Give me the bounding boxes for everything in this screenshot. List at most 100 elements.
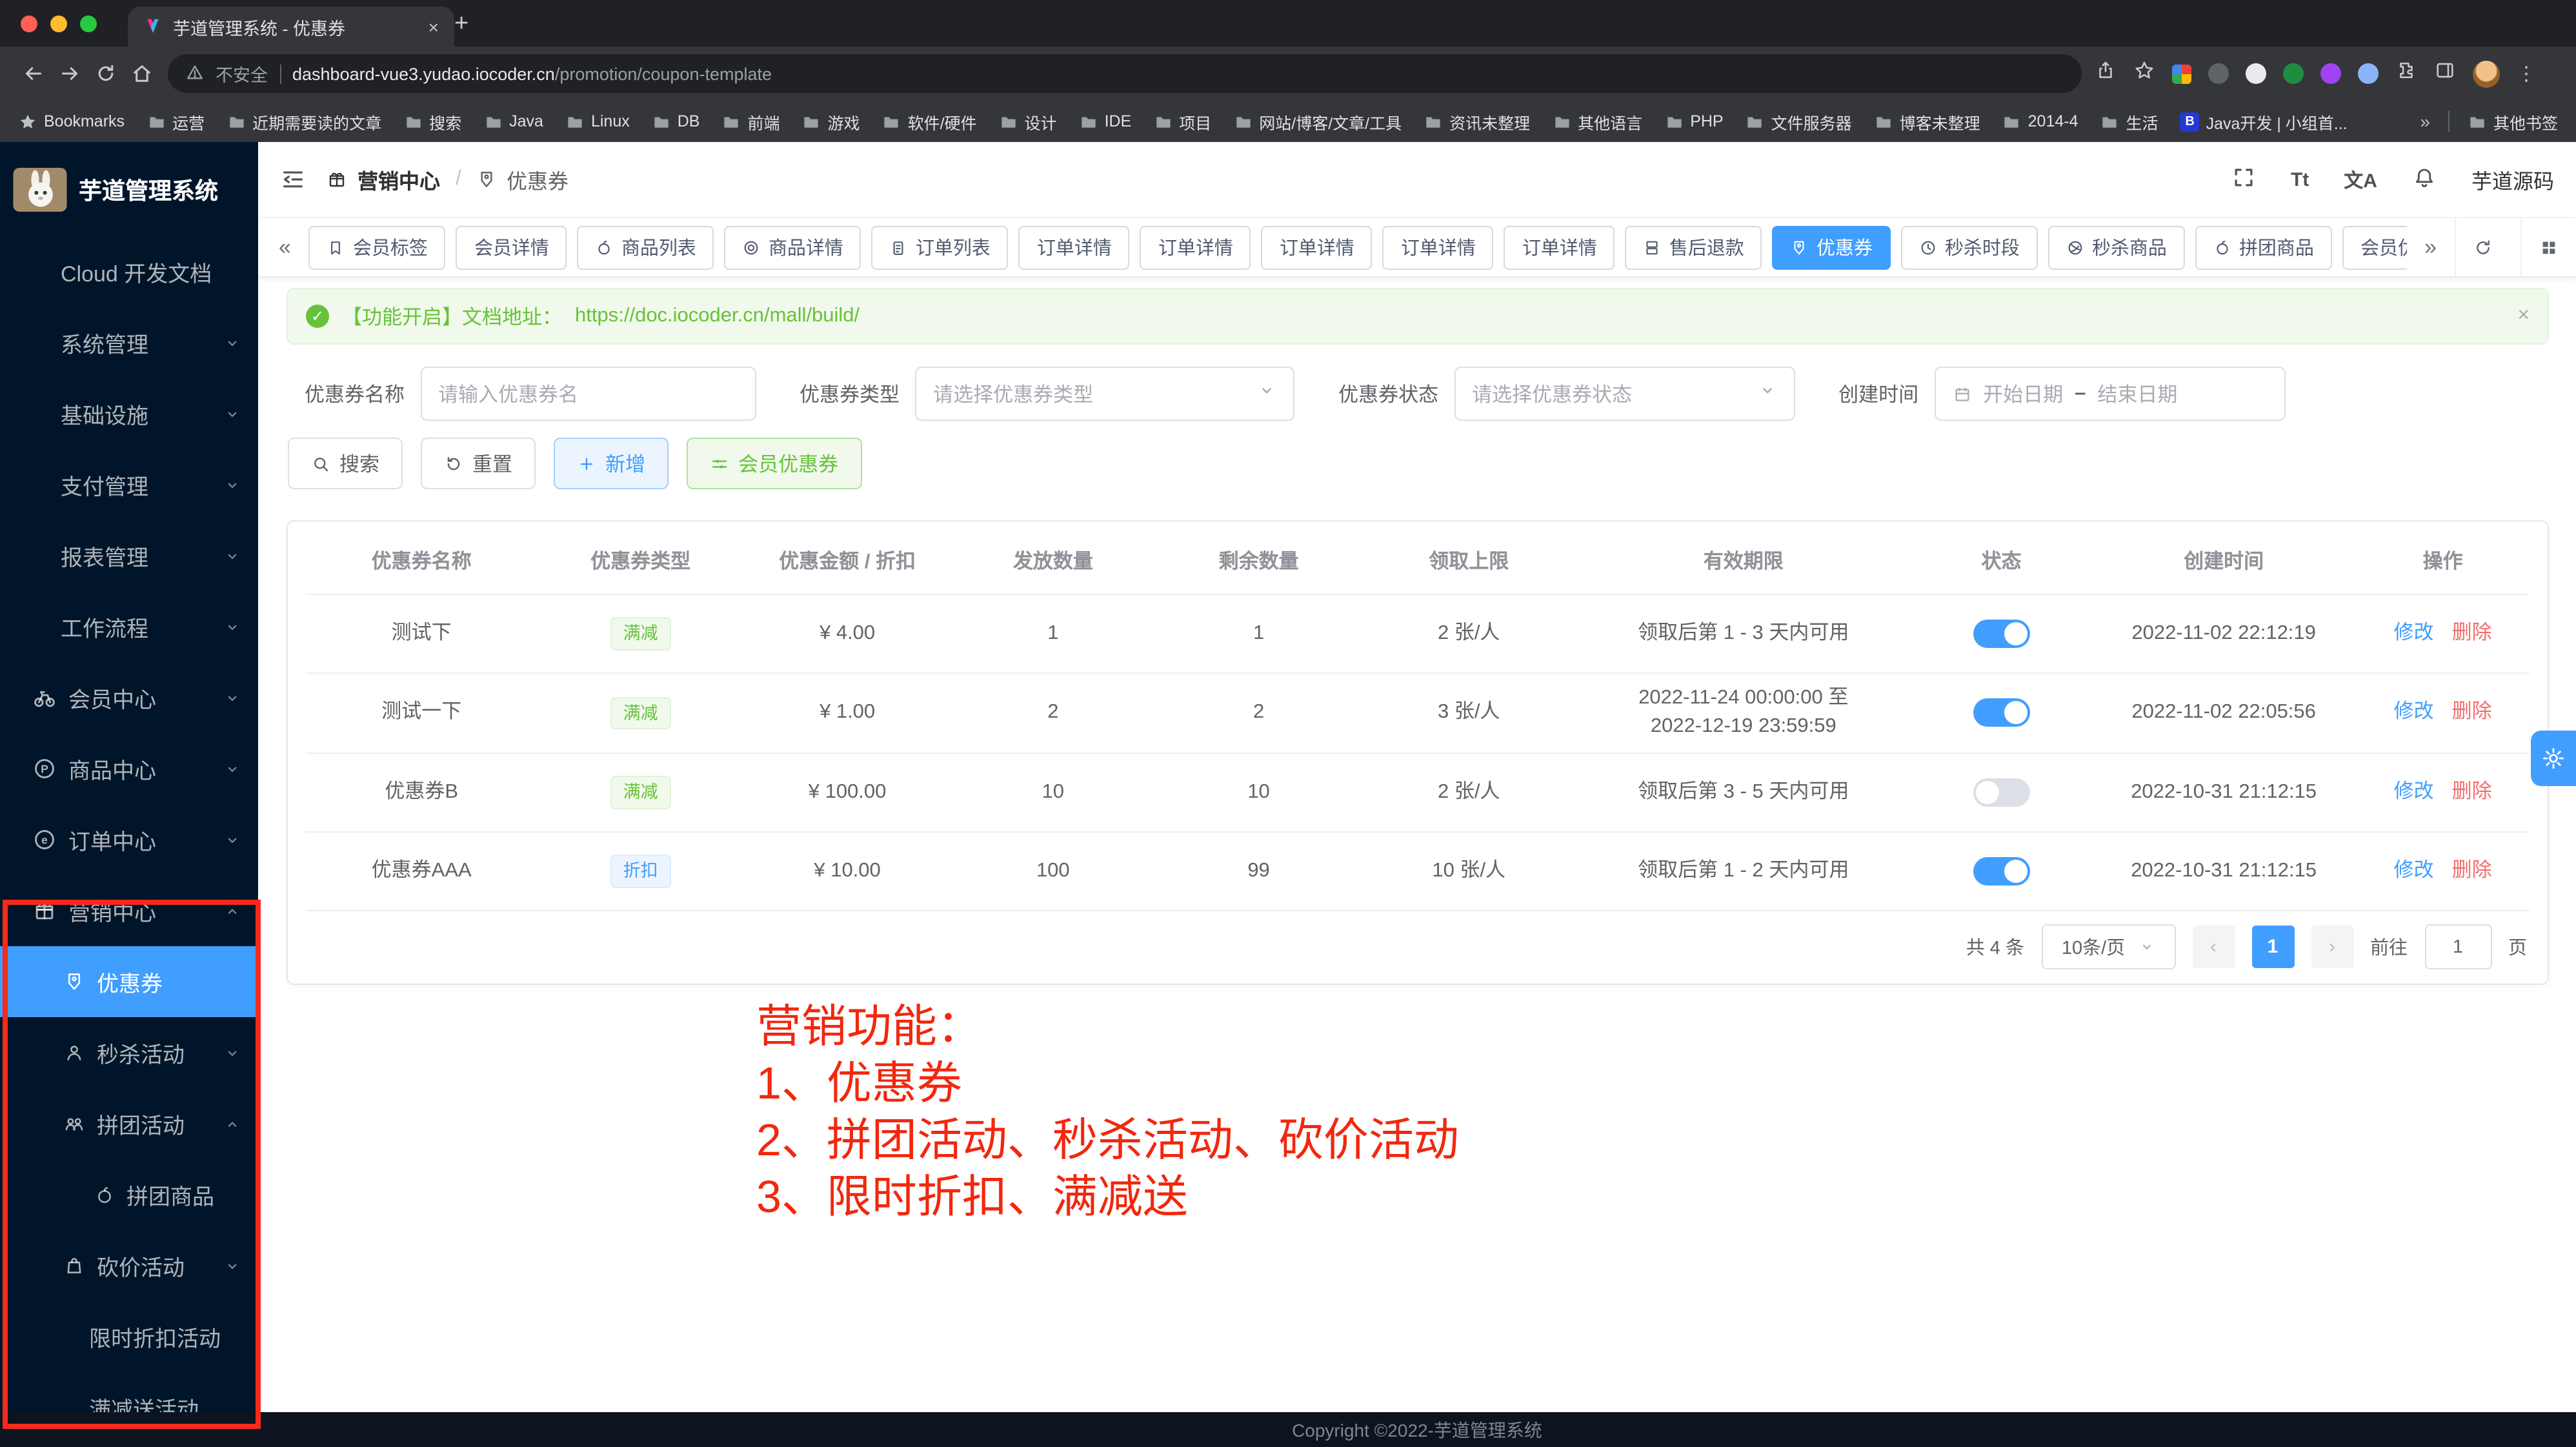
sidebar-item-order-center[interactable]: e订单中心 <box>0 804 258 875</box>
sidebar-item-time-discount[interactable]: 限时折扣活动 <box>0 1301 258 1372</box>
bookmark-folder[interactable]: IDE <box>1079 109 1132 134</box>
bookmark-folder[interactable]: 游戏 <box>802 109 860 134</box>
profile-avatar[interactable] <box>2473 60 2500 87</box>
bookmark-folder[interactable]: 项目 <box>1153 109 1211 134</box>
bookmarks-overflow-chevron[interactable]: » <box>2420 111 2430 132</box>
extension-icon-2[interactable] <box>2246 63 2266 84</box>
other-bookmarks-folder[interactable]: 其他书签 <box>2468 109 2558 134</box>
settings-gear-button[interactable] <box>2531 731 2576 786</box>
browser-tab[interactable]: 芋道管理系统 - 优惠券 × <box>128 6 454 46</box>
extension-icon-4[interactable] <box>2320 63 2341 84</box>
tab-refund[interactable]: 售后退款 <box>1625 225 1762 269</box>
bookmark-folder[interactable]: DB <box>652 109 700 134</box>
sidebar-item-product-center[interactable]: P商品中心 <box>0 733 258 804</box>
bookmark-folder[interactable]: 2014-4 <box>2002 109 2078 134</box>
sidebar-item-system[interactable]: 系统管理 <box>0 307 258 378</box>
edit-link[interactable]: 修改 <box>2394 701 2434 723</box>
sidebar-collapse-icon[interactable] <box>280 167 306 192</box>
page-size-select[interactable]: 10条/页 <box>2041 925 2175 970</box>
tab-groupon-product[interactable]: 拼团商品 <box>2195 225 2332 269</box>
tab-order-detail-4[interactable]: 订单详情 <box>1383 225 1494 269</box>
delete-link[interactable]: 删除 <box>2452 701 2492 723</box>
bookmark-folder[interactable]: 近期需要读的文章 <box>226 109 381 134</box>
extension-icon-1[interactable] <box>2208 63 2229 84</box>
forward-icon[interactable] <box>52 62 88 85</box>
bookmark-folder[interactable]: 其他语言 <box>1552 109 1642 134</box>
bookmark-folder[interactable]: 前端 <box>722 109 780 134</box>
sidebar-item-infra[interactable]: 基础设施 <box>0 378 258 449</box>
tab-member-tag[interactable]: 会员标签 <box>309 225 446 269</box>
prev-page-button[interactable]: ‹ <box>2192 926 2235 969</box>
bookmark-folder[interactable]: Linux <box>565 109 630 134</box>
extensions-puzzle-icon[interactable] <box>2395 59 2417 88</box>
tab-seckill-product[interactable]: 秒杀商品 <box>2048 225 2185 269</box>
sidebar-item-marketing-center[interactable]: 营销中心 <box>0 875 258 946</box>
layout-grid-icon[interactable] <box>2521 218 2576 276</box>
bookmark-folder[interactable]: Java <box>483 109 543 134</box>
bookmark-folder[interactable]: PHP <box>1664 109 1723 134</box>
delete-link[interactable]: 删除 <box>2452 859 2492 881</box>
tab-order-detail-2[interactable]: 订单详情 <box>1140 225 1251 269</box>
font-size-icon[interactable]: Tt <box>2291 168 2309 190</box>
back-icon[interactable] <box>15 62 52 85</box>
bookmark-folder[interactable]: 生活 <box>2100 109 2158 134</box>
status-toggle[interactable] <box>1973 856 2030 885</box>
extension-icon-grid[interactable] <box>2172 64 2191 83</box>
sidebar-item-member-center[interactable]: 会员中心 <box>0 662 258 733</box>
tab-close-icon[interactable]: × <box>428 16 439 37</box>
edit-link[interactable]: 修改 <box>2394 622 2434 644</box>
alert-doc-link[interactable]: https://doc.iocoder.cn/mall/build/ <box>575 305 860 328</box>
sidebar-item-coupon[interactable]: 优惠券 <box>0 946 258 1017</box>
add-button[interactable]: 新增 <box>554 438 669 489</box>
tab-seckill-time[interactable]: 秒杀时段 <box>1901 225 2038 269</box>
extension-icon-3[interactable] <box>2283 63 2304 84</box>
delete-link[interactable]: 删除 <box>2452 622 2492 644</box>
breadcrumb-coupon[interactable]: 优惠券 <box>477 164 569 195</box>
status-toggle[interactable] <box>1973 698 2030 727</box>
bookmark-folder[interactable]: 网站/博客/文章/工具 <box>1233 109 1402 134</box>
bookmark-folder[interactable]: 文件服务器 <box>1746 109 1852 134</box>
notification-bell-icon[interactable] <box>2412 165 2437 194</box>
address-bar[interactable]: 不安全 dashboard-vue3.yudao.iocoder.cn/prom… <box>168 54 2082 93</box>
sidebar-item-cloud-doc[interactable]: Cloud 开发文档 <box>0 236 258 307</box>
extension-icon-5[interactable] <box>2358 63 2379 84</box>
status-toggle[interactable] <box>1973 619 2030 647</box>
tags-scroll-left-icon[interactable]: « <box>271 234 299 260</box>
reload-icon[interactable] <box>88 62 124 85</box>
tab-member-detail[interactable]: 会员详情 <box>456 225 567 269</box>
date-range-picker[interactable]: 开始日期 – 结束日期 <box>1934 367 2285 421</box>
language-icon[interactable]: 文A <box>2344 166 2377 193</box>
share-icon[interactable] <box>2095 59 2117 88</box>
search-button[interactable]: 搜索 <box>288 438 403 489</box>
edit-link[interactable]: 修改 <box>2394 859 2434 881</box>
maximize-window-button[interactable] <box>80 15 97 32</box>
bookmark-star-icon[interactable] <box>2133 59 2155 88</box>
goto-page-input[interactable]: 1 <box>2424 925 2491 970</box>
member-coupon-button[interactable]: 会员优惠券 <box>687 438 861 489</box>
bookmark-folder[interactable]: 搜索 <box>403 109 461 134</box>
coupon-name-input[interactable]: 请输入优惠券名 <box>420 367 756 421</box>
sidebar-item-report[interactable]: 报表管理 <box>0 520 258 591</box>
browser-menu-dots-icon[interactable]: ⋮ <box>2517 62 2536 85</box>
bookmark-folder[interactable]: 博客未整理 <box>1874 109 1980 134</box>
side-panel-icon[interactable] <box>2434 59 2456 88</box>
tab-product-list[interactable]: 商品列表 <box>578 225 714 269</box>
bookmark-java-dev[interactable]: B Java开发 | 小组首... <box>2180 109 2348 134</box>
tab-coupon[interactable]: 优惠券 <box>1773 225 1891 269</box>
reset-button[interactable]: 重置 <box>421 438 536 489</box>
tab-order-detail-3[interactable]: 订单详情 <box>1262 225 1373 269</box>
status-toggle[interactable] <box>1973 778 2030 806</box>
sidebar-item-payment[interactable]: 支付管理 <box>0 449 258 520</box>
breadcrumb-marketing[interactable]: 营销中心 <box>357 164 440 195</box>
bookmark-folder[interactable]: 运营 <box>146 109 205 134</box>
tab-order-detail-5[interactable]: 订单详情 <box>1504 225 1615 269</box>
edit-link[interactable]: 修改 <box>2394 780 2434 802</box>
bookmark-folder[interactable]: 资讯未整理 <box>1424 109 1530 134</box>
sidebar-item-groupon[interactable]: 拼团活动 <box>0 1088 258 1159</box>
coupon-status-select[interactable]: 请选择优惠券状态 <box>1454 367 1795 421</box>
tab-order-detail-1[interactable]: 订单详情 <box>1019 225 1130 269</box>
sidebar-item-seckill[interactable]: 秒杀活动 <box>0 1017 258 1088</box>
tab-product-detail[interactable]: 商品详情 <box>725 225 861 269</box>
bookmarks-root[interactable]: Bookmarks <box>18 112 125 131</box>
current-user-name[interactable]: 芋道源码 <box>2471 164 2554 195</box>
